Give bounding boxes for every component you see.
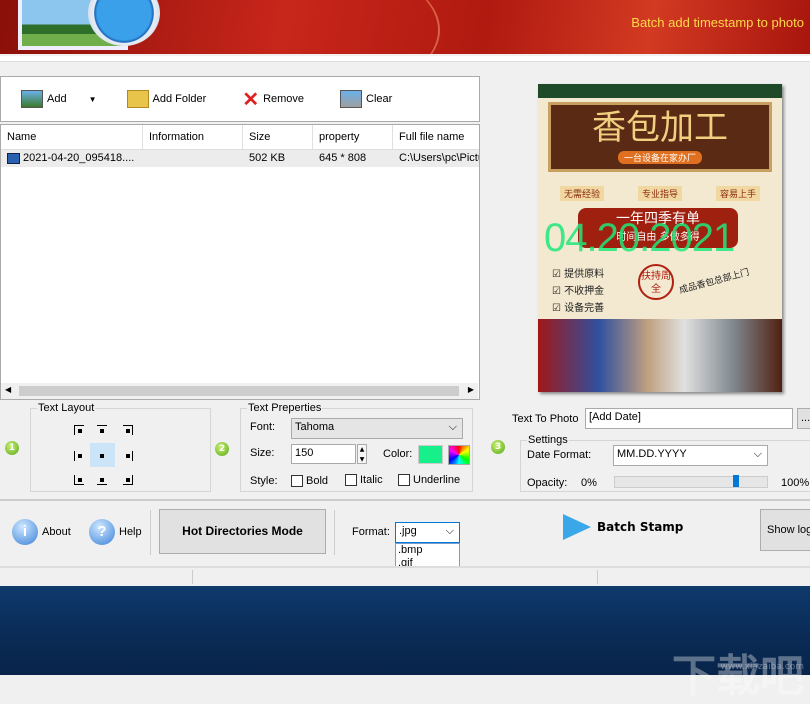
color-palette-button[interactable] [448,445,470,465]
font-select[interactable]: Tahoma ⌵ [291,418,463,439]
folder-add-icon [126,90,149,108]
layout-middle-left[interactable] [74,451,84,461]
opacity-slider[interactable] [614,475,768,488]
layout-bottom-right[interactable] [123,475,133,485]
layout-bottom-left[interactable] [74,475,84,485]
layout-middle-right[interactable] [123,451,133,461]
remove-x-icon: ✕ [242,88,260,111]
help-button[interactable]: ? Help [89,519,142,545]
file-list[interactable]: Name Information Size property Full file… [0,124,480,400]
chevron-down-icon: ⌵ [448,421,457,433]
text-to-photo-input[interactable]: [Add Date] [585,408,793,429]
italic-checkbox[interactable]: Italic [345,474,383,487]
column-information[interactable]: Information [143,125,243,149]
watermark-logo: 下载吧 [672,651,804,702]
photo-preview: 香包加工 一台设备在家办厂 无需经验 专业指导 容易上手 一年四季有单 时间自由 多… [538,84,782,392]
layout-center[interactable] [97,451,107,461]
add-folder-button[interactable]: Add Folder [126,90,206,108]
file-toolbar: Add ▼ Add Folder ✕ Remove Clear [0,76,480,122]
info-icon: i [12,519,38,545]
date-format-select[interactable]: MM.DD.YYYY ⌵ [613,445,768,466]
add-button[interactable]: Add [21,90,67,108]
step-1-badge: 1 [5,441,19,455]
layout-top-left[interactable] [74,425,84,435]
opacity-slider-thumb[interactable] [733,475,740,487]
text-properties-group: Text Preperties Font: Tahoma ⌵ Size: 150 … [240,402,473,492]
column-property[interactable]: property [313,125,393,149]
play-triangle-icon [563,514,591,540]
column-size[interactable]: Size [243,125,313,149]
layout-bottom-center[interactable] [97,475,107,485]
horizontal-scrollbar[interactable]: ◀ ▶ [1,383,478,399]
show-log-button[interactable]: Show log [760,509,810,551]
divider [0,56,810,62]
add-image-icon [21,90,43,108]
layout-top-center[interactable] [97,425,107,435]
text-layout-group: Text Layout [30,402,211,492]
layout-top-right[interactable] [123,425,133,435]
format-option[interactable]: .bmp [396,544,459,557]
image-file-icon [7,152,20,164]
remove-button[interactable]: ✕ Remove [242,87,304,112]
step-2-badge: 2 [215,442,229,456]
underline-checkbox[interactable]: Underline [398,474,460,487]
watermark-url: www.xiazaiba.com [720,662,804,672]
add-dropdown-arrow[interactable]: ▼ [89,95,97,104]
help-icon: ? [89,519,115,545]
size-stepper[interactable]: ▲ ▼ [357,444,367,464]
chevron-down-icon: ⌵ [445,525,454,537]
about-button[interactable]: i About [12,519,71,545]
clear-button[interactable]: Clear [340,90,392,108]
more-button[interactable]: ... [797,408,810,429]
banner-tagline: Batch add timestamp to photo [631,15,804,30]
status-bar [0,566,810,586]
scrollbar-thumb[interactable] [19,386,459,396]
settings-group: Settings Date Format: MM.DD.YYYY ⌵ Opacit… [520,434,810,492]
table-row[interactable]: 2021-04-20_095418.... 502 KB 645 * 808 C… [1,150,479,167]
scroll-left-icon[interactable]: ◀ [5,385,11,394]
chevron-down-icon: ⌵ [753,448,762,460]
hot-directories-mode-button[interactable]: Hot Directories Mode [159,509,326,554]
date-stamp-overlay: 04.20.2021 [544,216,735,260]
bold-checkbox[interactable]: Bold [291,475,328,488]
batch-stamp-button[interactable]: Batch Stamp [563,514,683,540]
column-name[interactable]: Name [1,125,143,149]
color-swatch[interactable] [418,445,443,464]
format-select[interactable]: .jpg ⌵ [395,522,460,543]
step-3-badge: 3 [491,440,505,454]
file-list-header: Name Information Size property Full file… [1,125,479,150]
clear-image-icon [340,90,363,108]
column-full-file-name[interactable]: Full file name [393,125,479,149]
scroll-right-icon[interactable]: ▶ [468,385,474,394]
size-input[interactable]: 150 [291,444,356,464]
